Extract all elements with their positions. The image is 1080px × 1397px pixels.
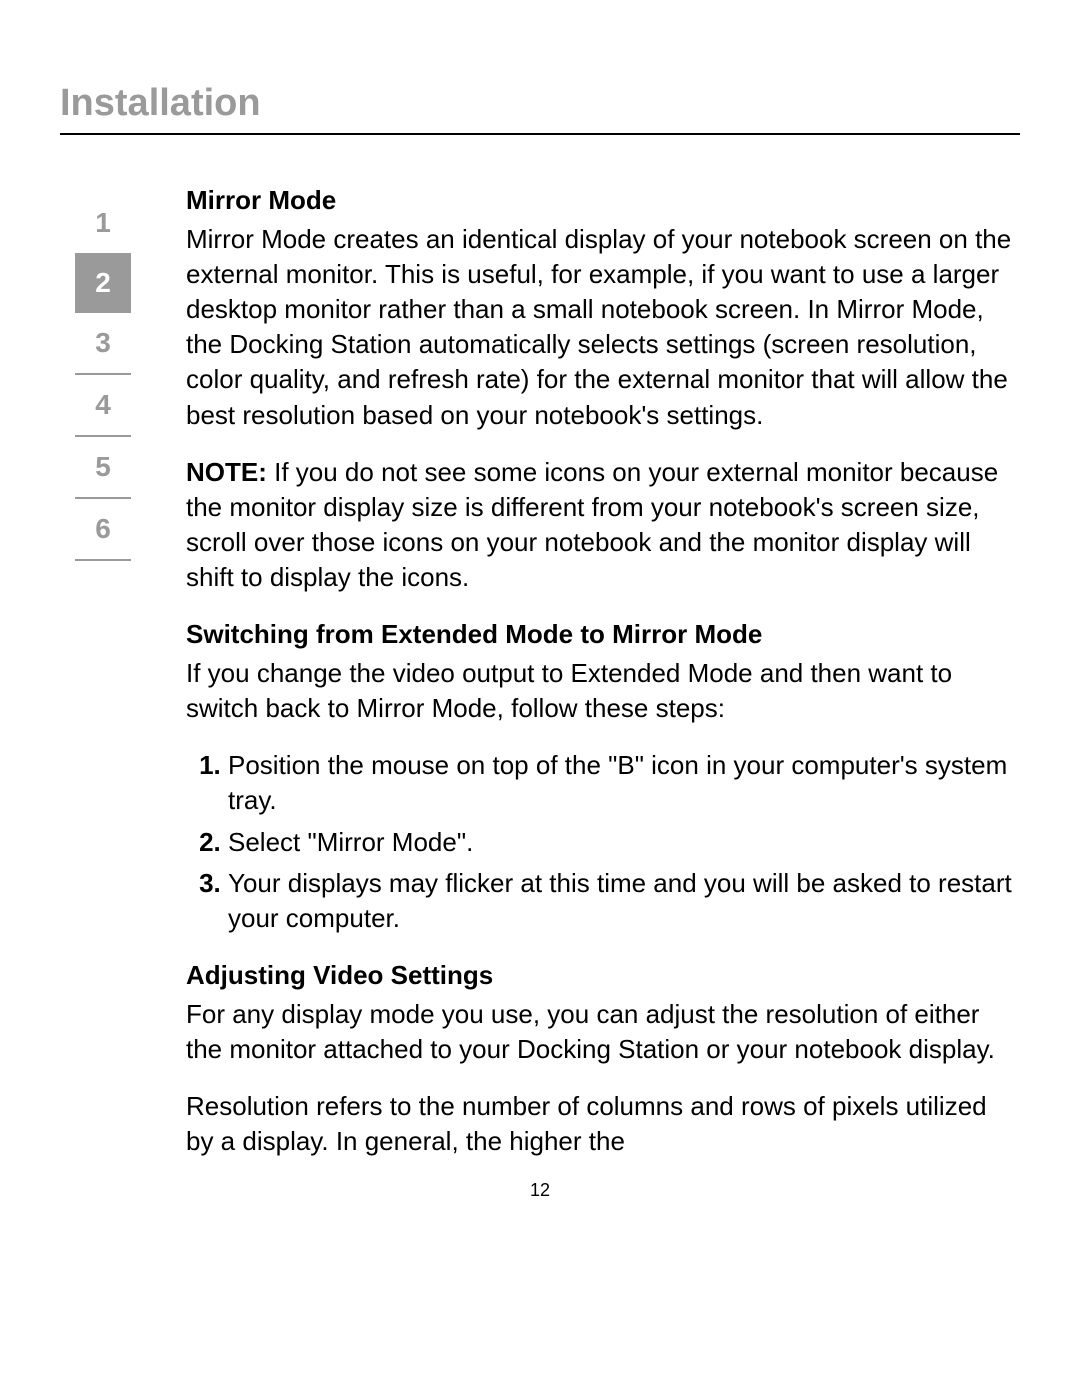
heading-mirror-mode: Mirror Mode: [186, 183, 1020, 218]
page-number: 12: [0, 1180, 1080, 1201]
section-tab-5[interactable]: 5: [75, 437, 131, 499]
heading-switching: Switching from Extended Mode to Mirror M…: [186, 617, 1020, 652]
section-tab-1[interactable]: 1: [75, 193, 131, 253]
body-row: 1 2 3 4 5 6 Mirror Mode Mirror Mode crea…: [60, 183, 1020, 1181]
paragraph-mirror-body: Mirror Mode creates an identical display…: [186, 222, 1020, 433]
chapter-title: Installation: [60, 82, 1020, 125]
section-tab-2[interactable]: 2: [75, 253, 131, 313]
note-body: If you do not see some icons on your ext…: [186, 457, 998, 592]
section-tab-4[interactable]: 4: [75, 375, 131, 437]
paragraph-adjusting-2: Resolution refers to the number of colum…: [186, 1089, 1020, 1159]
paragraph-adjusting-1: For any display mode you use, you can ad…: [186, 997, 1020, 1067]
heading-adjusting: Adjusting Video Settings: [186, 958, 1020, 993]
title-rule: [60, 133, 1020, 135]
steps-list: Position the mouse on top of the "B" ico…: [186, 748, 1020, 935]
note-label: NOTE:: [186, 457, 267, 487]
section-tab-3[interactable]: 3: [75, 313, 131, 375]
step-item: Select "Mirror Mode".: [228, 825, 1020, 860]
page-content: Mirror Mode Mirror Mode creates an ident…: [146, 183, 1020, 1181]
step-item: Position the mouse on top of the "B" ico…: [228, 748, 1020, 818]
step-item: Your displays may flicker at this time a…: [228, 866, 1020, 936]
paragraph-mirror-note: NOTE: If you do not see some icons on yo…: [186, 455, 1020, 595]
paragraph-switching-intro: If you change the video output to Extend…: [186, 656, 1020, 726]
section-tab-strip: 1 2 3 4 5 6: [60, 183, 146, 1181]
document-page: Installation 1 2 3 4 5 6 Mirror Mode Mir…: [0, 0, 1080, 1397]
section-tab-6[interactable]: 6: [75, 499, 131, 561]
